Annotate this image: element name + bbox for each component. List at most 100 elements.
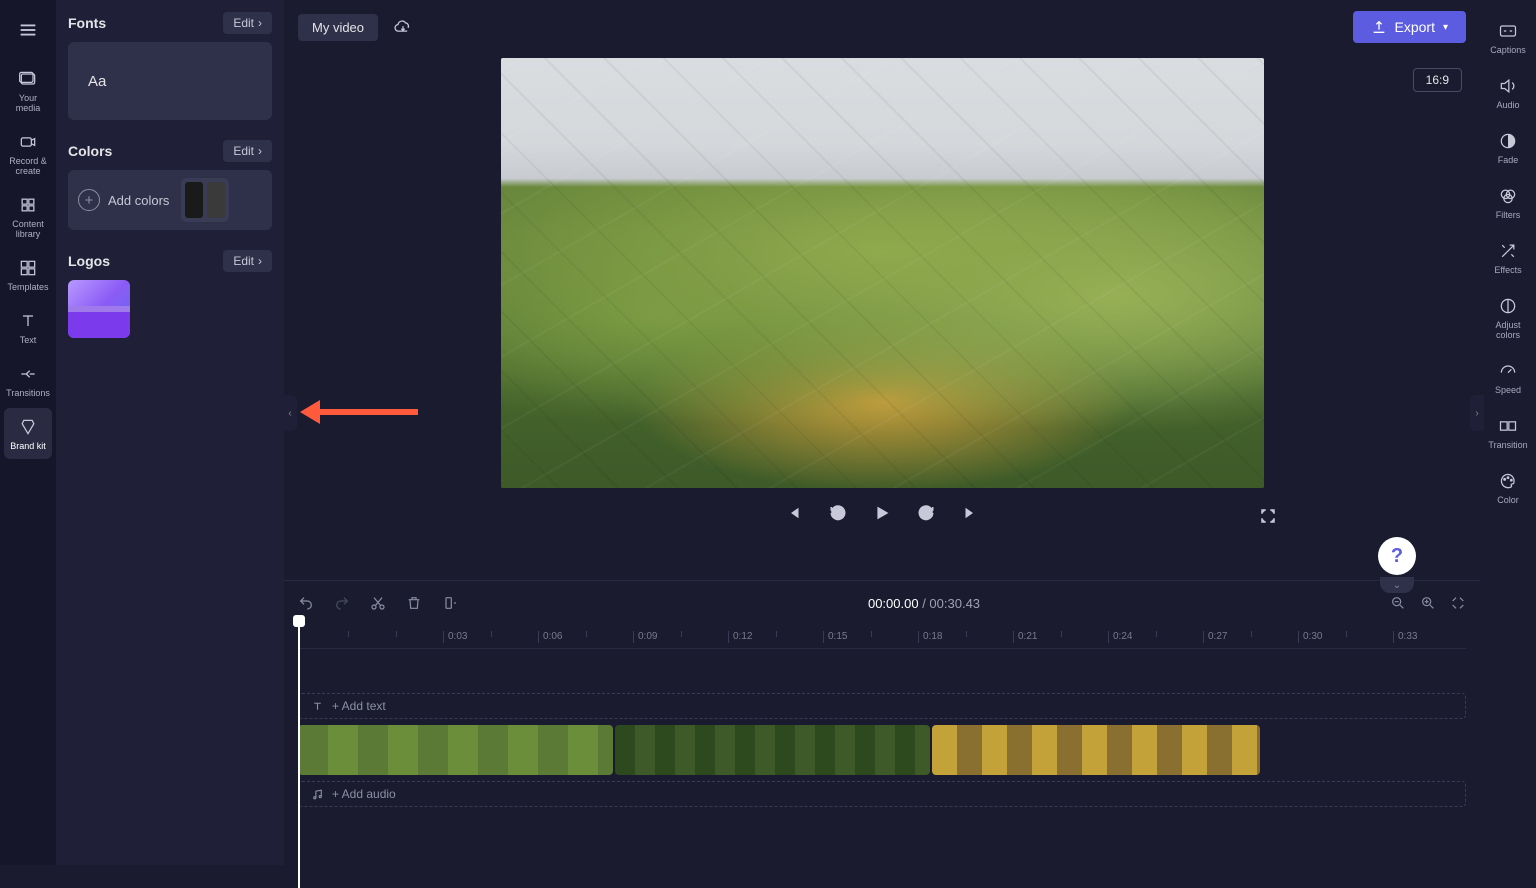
main-area: ‹ My video Export ▾ 16:9 ? ⌄ (284, 0, 1480, 865)
music-icon (311, 788, 324, 801)
collapse-right-panel-button[interactable]: › (1470, 395, 1484, 431)
filters-icon (1497, 185, 1519, 207)
ruler-mark: 0:15 (823, 631, 847, 643)
nav-label: Your media (6, 93, 50, 113)
effects-icon (1497, 240, 1519, 262)
color-swatch[interactable] (185, 182, 203, 218)
ruler-mark: 0:21 (1013, 631, 1037, 643)
ruler-mark: 0:18 (918, 631, 942, 643)
top-bar: My video Export ▾ (284, 0, 1480, 54)
nav-label: Templates (7, 282, 48, 292)
nav-templates[interactable]: Templates (4, 249, 52, 300)
font-sample-card[interactable]: Aa (68, 42, 272, 120)
export-button[interactable]: Export ▾ (1353, 11, 1467, 43)
prop-color[interactable]: Color (1484, 462, 1532, 513)
adjust-colors-icon (1497, 295, 1519, 317)
nav-record-create[interactable]: Record & create (4, 123, 52, 184)
prop-transition[interactable]: Transition (1484, 407, 1532, 458)
nav-label: Brand kit (10, 441, 46, 451)
color-swatch-group[interactable] (181, 178, 229, 222)
prop-captions[interactable]: Captions (1484, 12, 1532, 63)
skip-end-button[interactable] (958, 501, 982, 525)
logos-edit-button[interactable]: Edit› (223, 250, 272, 272)
brand-kit-panel: Fonts Edit› Aa Colors Edit› + Add colors… (56, 0, 284, 865)
text-icon (17, 310, 39, 332)
project-title-chip[interactable]: My video (298, 14, 378, 41)
prop-filters[interactable]: Filters (1484, 177, 1532, 228)
nav-label: Content library (6, 219, 50, 239)
add-audio-track[interactable]: + Add audio (298, 781, 1466, 807)
color-swatch[interactable] (207, 182, 225, 218)
zoom-fit-button[interactable] (1450, 595, 1466, 611)
ruler-mark: 0:03 (443, 631, 467, 643)
left-tool-rail: Your media Record & create Content libra… (0, 0, 56, 865)
nav-transitions[interactable]: Transitions (4, 355, 52, 406)
font-sample-label: Aa (88, 73, 106, 90)
forward-button[interactable] (914, 501, 938, 525)
templates-icon (17, 257, 39, 279)
video-preview[interactable] (501, 58, 1264, 488)
prop-adjust-colors[interactable]: Adjust colors (1484, 287, 1532, 348)
video-clip[interactable] (932, 725, 1260, 775)
video-clip[interactable] (615, 725, 930, 775)
nav-your-media[interactable]: Your media (4, 60, 52, 121)
player-controls (501, 488, 1264, 538)
timeline-area: 00:00.00 / 00:30.43 0:03 0:06 0:09 0:12 0:15… (284, 580, 1480, 865)
prop-effects[interactable]: Effects (1484, 232, 1532, 283)
text-icon (311, 700, 324, 713)
palette-icon (1497, 470, 1519, 492)
export-label: Export (1395, 19, 1435, 35)
plus-icon: + (78, 189, 100, 211)
brand-kit-icon (17, 416, 39, 438)
chevron-down-icon: ▾ (1443, 22, 1448, 33)
ruler-mark: 0:09 (633, 631, 657, 643)
transition-icon (1497, 415, 1519, 437)
timeline-timecode: 00:00.00 / 00:30.43 (478, 596, 1370, 611)
cloud-sync-button[interactable] (388, 12, 418, 42)
logos-heading: Logos (68, 253, 110, 269)
playhead[interactable] (298, 619, 300, 888)
zoom-out-button[interactable] (1390, 595, 1406, 611)
logo-thumbnail[interactable] (68, 280, 130, 338)
help-collapse-button[interactable]: ⌄ (1380, 577, 1414, 593)
rewind-button[interactable] (826, 501, 850, 525)
ruler-mark: 0:24 (1108, 631, 1132, 643)
colors-edit-button[interactable]: Edit› (223, 140, 272, 162)
delete-button[interactable] (406, 595, 422, 611)
nav-label: Text (20, 335, 37, 345)
speaker-icon (1497, 75, 1519, 97)
preview-zone: 16:9 (284, 54, 1480, 580)
ruler-mark: 0:33 (1393, 631, 1417, 643)
zoom-in-button[interactable] (1420, 595, 1436, 611)
aspect-ratio-chip[interactable]: 16:9 (1413, 68, 1462, 92)
prop-speed[interactable]: Speed (1484, 352, 1532, 403)
prop-audio[interactable]: Audio (1484, 67, 1532, 118)
chevron-right-icon: › (258, 254, 262, 268)
record-icon (17, 131, 39, 153)
menu-button[interactable] (4, 10, 52, 50)
captions-icon (1497, 20, 1519, 42)
nav-brand-kit[interactable]: Brand kit (4, 408, 52, 459)
ruler-mark: 0:06 (538, 631, 562, 643)
redo-button[interactable] (334, 595, 350, 611)
undo-button[interactable] (298, 595, 314, 611)
skip-start-button[interactable] (782, 501, 806, 525)
timeline-ruler[interactable]: 0:030:060:090:120:150:180:210:240:270:30… (298, 625, 1466, 649)
nav-text[interactable]: Text (4, 302, 52, 353)
prop-fade[interactable]: Fade (1484, 122, 1532, 173)
chevron-right-icon: › (258, 16, 262, 30)
split-button[interactable] (442, 595, 458, 611)
fonts-edit-button[interactable]: Edit› (223, 12, 272, 34)
add-colors-button[interactable]: + Add colors (78, 189, 169, 211)
nav-content-library[interactable]: Content library (4, 186, 52, 247)
timeline-tracks: + Add text + Add audio (298, 649, 1466, 807)
video-clip[interactable] (298, 725, 613, 775)
cut-button[interactable] (370, 595, 386, 611)
play-button[interactable] (870, 501, 894, 525)
help-button[interactable]: ? (1378, 537, 1416, 575)
fullscreen-button[interactable] (1256, 504, 1280, 528)
speed-icon (1497, 360, 1519, 382)
add-text-track[interactable]: + Add text (298, 693, 1466, 719)
ruler-mark: 0:12 (728, 631, 752, 643)
library-icon (17, 194, 39, 216)
